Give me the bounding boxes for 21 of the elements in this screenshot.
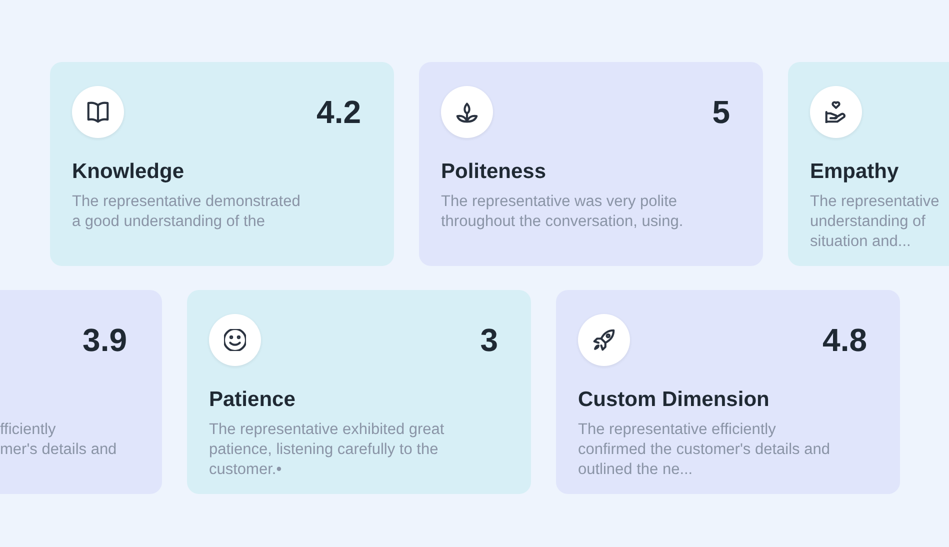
card-description: The representative understanding of situation and... <box>810 192 940 252</box>
hand-heart-icon <box>825 101 847 123</box>
score-value: 4.8 <box>822 322 867 358</box>
score-value: 4.2 <box>316 94 361 130</box>
card-description: fficiently mer's details and <box>0 420 118 460</box>
score-value: 5 <box>712 94 730 130</box>
rocket-icon <box>593 329 615 351</box>
card-description: The representative was very polite throughout the conversation, using. <box>441 192 684 232</box>
card-title: Politeness <box>441 160 548 185</box>
card-description: The representative efficiently confirmed the customer's details and outlined the ne... <box>578 420 831 480</box>
card-title: Custom Dimension <box>578 388 770 413</box>
card-description: The representative exhibited great patience, listening carefully to the customer.• <box>209 420 446 480</box>
smiley-icon <box>224 329 246 351</box>
sprout-icon <box>456 101 478 123</box>
score-value: 3.9 <box>82 322 127 358</box>
card-title: Patience <box>209 388 296 413</box>
card-title: Knowledge <box>72 160 186 185</box>
score-value: 3 <box>480 322 498 358</box>
book-icon <box>87 101 109 123</box>
card-title: Empathy <box>810 160 900 185</box>
card-description: The representative demonstrated a good understanding of the <box>72 192 302 232</box>
